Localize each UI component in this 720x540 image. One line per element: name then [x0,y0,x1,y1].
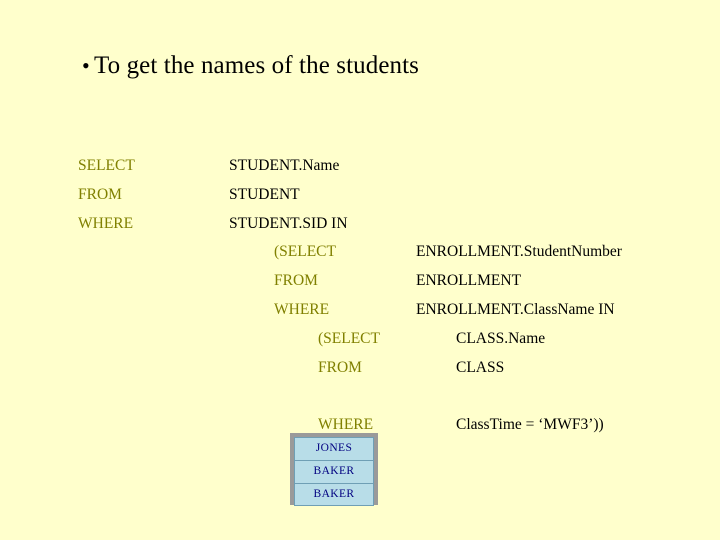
sql-keyword: FROM [318,358,362,376]
page-title: To get the names of the students [94,52,419,79]
sql-value: ENROLLMENT.ClassName IN [416,300,615,318]
sql-line: FROM ENROLLMENT [78,267,698,296]
sql-value: STUDENT.Name [229,157,340,174]
sql-line: WHERE ENROLLMENT.ClassName IN [78,296,698,325]
table-row: BAKER [294,460,374,483]
result-table: JONES BAKER BAKER [290,433,378,506]
sql-keyword: (SELECT [318,329,380,347]
sql-value: CLASS [456,358,505,376]
sql-line: FROM CLASS [78,354,698,383]
sql-keyword: SELECT [78,157,135,174]
sql-value: STUDENT.SID IN [229,214,348,232]
sql-line: (SELECT ENROLLMENT.StudentNumber [78,238,698,267]
sql-keyword: WHERE [274,300,330,318]
sql-line: WHERE ClassTime = ‘MWF3’)) [78,411,698,440]
sql-keyword: WHERE [78,214,134,232]
sql-value: ClassTime = ‘MWF3’)) [456,416,604,434]
sql-keyword: FROM [78,185,122,203]
result-table-body: JONES BAKER BAKER [294,437,374,506]
table-row: JONES [294,437,374,460]
table-row: BAKER [294,483,374,506]
bullet-icon: • [82,53,90,78]
sql-keyword: (SELECT [274,243,336,261]
sql-value: ENROLLMENT.StudentNumber [416,243,622,261]
sql-line: WHERE STUDENT.SID IN [78,210,698,239]
sql-keyword: FROM [274,272,318,290]
sql-query-block: SELECT STUDENT.Name FROM STUDENT WHERE S… [78,152,698,440]
sql-value: ENROLLMENT [416,272,522,290]
sql-value: CLASS.Name [456,329,546,347]
slide: • To get the names of the students SELEC… [0,0,720,540]
sql-value: STUDENT [229,185,300,203]
sql-line: (SELECT CLASS.Name [78,325,698,354]
bullet-title-row: • To get the names of the students [60,52,680,80]
sql-line: FROM STUDENT [78,181,698,210]
sql-blank-line [78,382,698,411]
sql-line: SELECT STUDENT.Name [78,152,698,181]
